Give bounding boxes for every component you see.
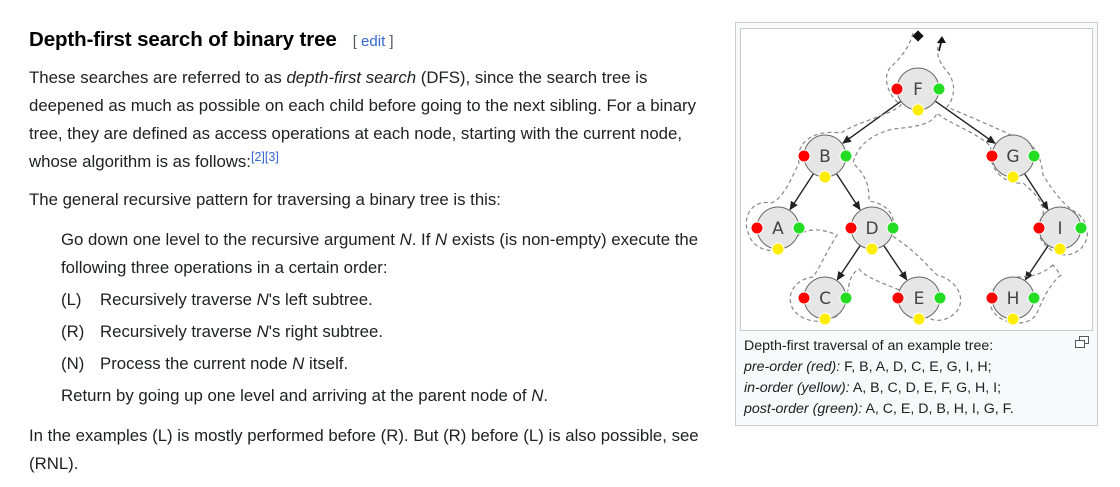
tree-node-label: G — [1006, 147, 1019, 167]
preorder-dot — [797, 149, 811, 163]
tree-edge — [934, 100, 996, 144]
intro-paragraph: These searches are referred to as depth-… — [29, 68, 697, 171]
caption-inorder: in-order (yellow): A, B, C, D, E, F, G, … — [744, 380, 1002, 396]
caption-preorder: pre-order (red): F, B, A, D, C, E, G, I,… — [744, 359, 992, 375]
tree-node-d: D — [844, 206, 900, 256]
postorder-dot — [932, 82, 946, 96]
inorder-dot — [818, 312, 832, 326]
postorder-dot — [1027, 149, 1041, 163]
tree-node-label: F — [913, 80, 923, 100]
step-node: (N) Process the current node N itself. — [61, 354, 349, 373]
tree-node-label: C — [819, 289, 831, 309]
tree-node-label: E — [914, 289, 925, 309]
tree-edge — [1023, 173, 1049, 211]
preorder-dot — [1032, 221, 1046, 235]
pattern-paragraph: The general recursive pattern for traver… — [29, 190, 501, 209]
postorder-dot — [839, 291, 853, 305]
tree-node-c: C — [797, 276, 853, 326]
tree-node-f: F — [890, 67, 946, 117]
tree-node-label: D — [865, 219, 878, 239]
tree-node-label: B — [819, 147, 831, 167]
preorder-dot — [985, 149, 999, 163]
section-heading: Depth-first search of binary tree [ edit… — [29, 28, 709, 54]
figure-caption: Depth-first traversal of an example tree… — [744, 336, 1074, 420]
caption-postorder: post-order (green): A, C, E, D, B, H, I,… — [744, 401, 1014, 417]
figure-thumbnail: F B G A D I C E H Depth-first traversal of an ex… — [735, 22, 1098, 426]
section-title: Depth-first search of binary tree — [29, 28, 337, 51]
recursive-steps: Go down one level to the recursive argum… — [61, 226, 709, 410]
reference-link-3[interactable]: [3] — [265, 150, 279, 164]
dfs-tree-diagram: F B G A D I C E H — [745, 30, 1088, 326]
postorder-dot — [886, 221, 900, 235]
preorder-dot — [750, 221, 764, 235]
caption-title: Depth-first traversal of an example tree… — [744, 338, 994, 354]
tree-node-label: I — [1057, 219, 1062, 239]
article-section: Depth-first search of binary tree [ edit… — [29, 28, 709, 478]
step-return: Return by going up one level and arrivin… — [61, 386, 548, 405]
postorder-dot — [1027, 291, 1041, 305]
reference-link-2[interactable]: [2] — [251, 150, 265, 164]
inorder-dot — [865, 242, 879, 256]
inorder-dot — [818, 170, 832, 184]
edit-link[interactable]: edit — [361, 33, 385, 50]
tree-node-e: E — [891, 276, 947, 326]
tree-edge — [835, 173, 861, 211]
tree-edge — [1024, 245, 1049, 281]
inorder-dot — [911, 103, 925, 117]
inorder-dot — [1006, 170, 1020, 184]
enlarge-icon[interactable] — [1075, 336, 1089, 348]
tree-node-a: A — [750, 206, 806, 256]
preorder-dot — [891, 291, 905, 305]
tree-node-h: H — [985, 276, 1041, 326]
postorder-dot — [839, 149, 853, 163]
preorder-dot — [797, 291, 811, 305]
tree-node-label: A — [772, 219, 784, 239]
inorder-dot — [1006, 312, 1020, 326]
preorder-dot — [890, 82, 904, 96]
tree-edge — [789, 173, 815, 211]
postorder-dot — [792, 221, 806, 235]
postorder-dot — [1074, 221, 1088, 235]
step-descend: Go down one level to the recursive argum… — [61, 230, 699, 277]
edit-section: [ edit ] — [352, 33, 394, 50]
step-right: (R) Recursively traverse N's right subtre… — [61, 322, 383, 341]
tree-edge — [883, 245, 908, 281]
inorder-dot — [771, 242, 785, 256]
tree-node-label: H — [1007, 289, 1020, 309]
preorder-dot — [985, 291, 999, 305]
tree-edge — [836, 245, 861, 281]
preorder-dot — [844, 221, 858, 235]
tree-diagram-image[interactable]: F B G A D I C E H — [740, 28, 1093, 331]
step-left: (L) Recursively traverse N's left subtree… — [61, 290, 373, 309]
postorder-dot — [933, 291, 947, 305]
inorder-dot — [1053, 242, 1067, 256]
inorder-dot — [912, 312, 926, 326]
outro-paragraph: In the examples (L) is mostly performed … — [29, 426, 699, 473]
